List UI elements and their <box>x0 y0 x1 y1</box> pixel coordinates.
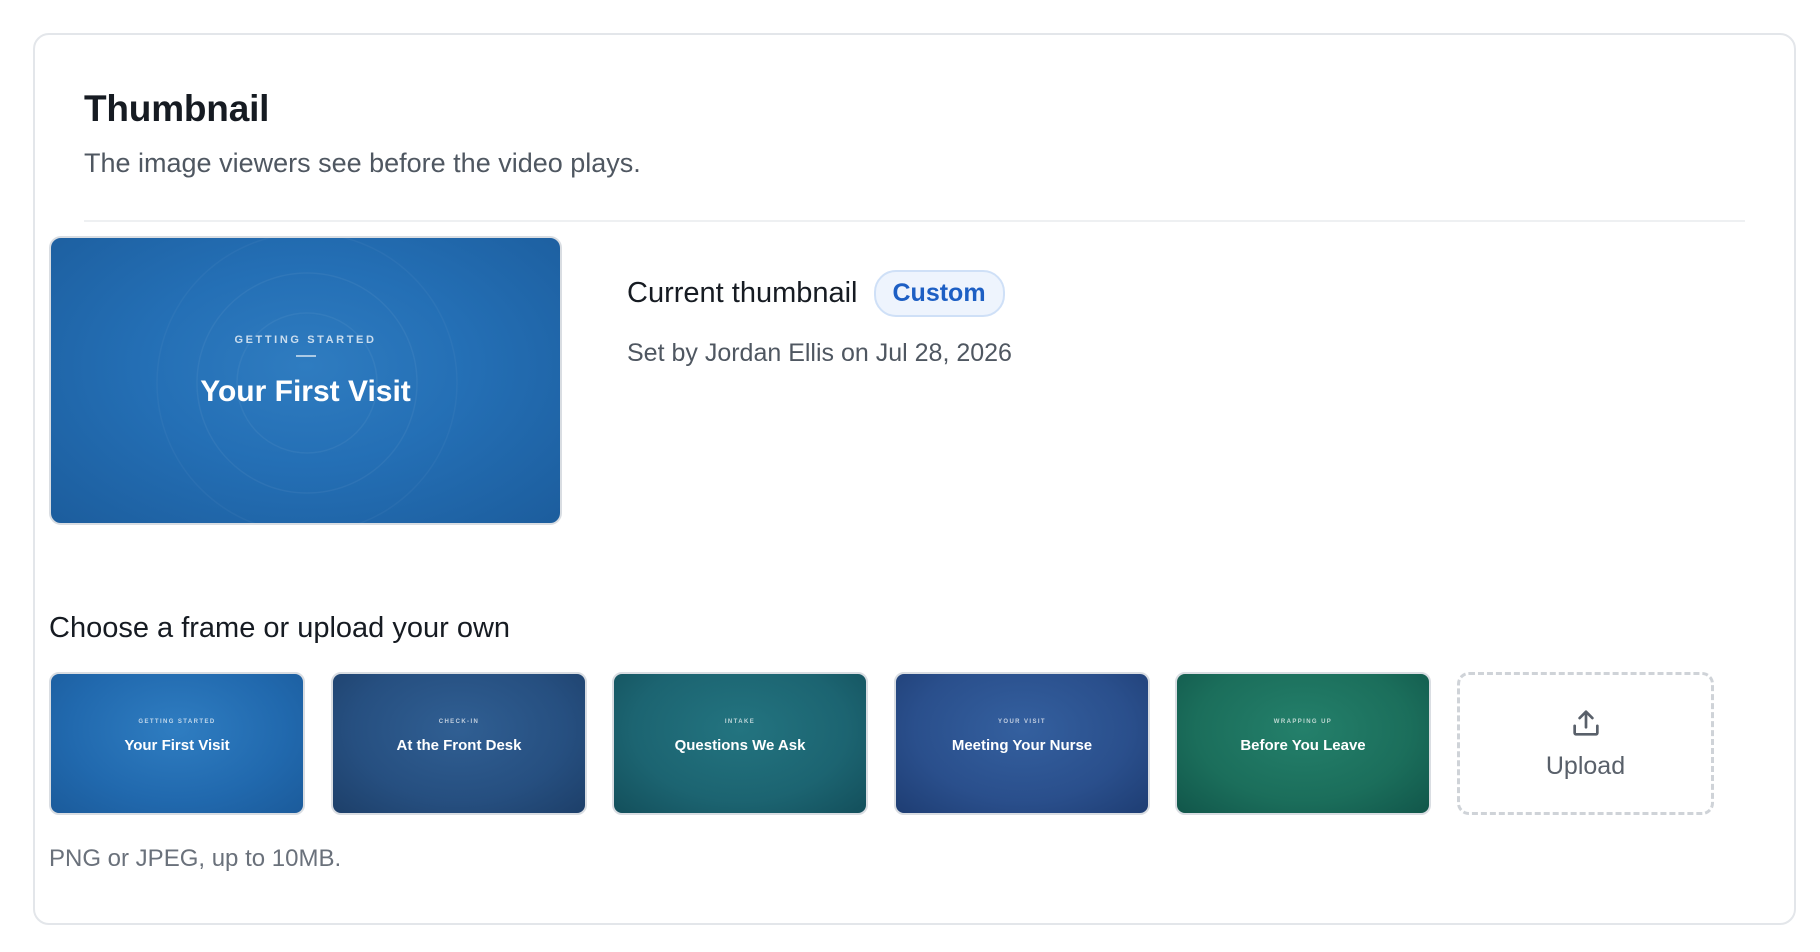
frame-option[interactable]: INTAKE Questions We Ask <box>612 672 868 815</box>
frame-eyebrow: INTAKE <box>724 719 756 725</box>
card-header: Thumbnail The image viewers see before t… <box>84 88 1745 179</box>
current-thumbnail-info: Current thumbnail Custom Set by Jordan E… <box>627 270 1012 368</box>
frame-eyebrow: WRAPPING UP <box>1273 719 1333 725</box>
thumbnail-eyebrow: GETTING STARTED <box>234 334 377 346</box>
frame-title: Questions We Ask <box>674 737 806 754</box>
frame-eyebrow: CHECK-IN <box>438 719 480 725</box>
frame-option[interactable]: GETTING STARTED Your First Visit <box>49 672 305 815</box>
frame-title: Meeting Your Nurse <box>951 737 1093 754</box>
frame-title: Before You Leave <box>1240 737 1366 754</box>
frame-title: At the Front Desk <box>396 737 522 754</box>
thumbnail-title: Your First Visit <box>200 375 411 408</box>
upload-button[interactable]: Upload <box>1457 672 1714 815</box>
custom-badge: Custom <box>873 270 1005 317</box>
upload-help-text: PNG or JPEG, up to 10MB. <box>49 845 342 872</box>
card-subtitle: The image viewers see before the video p… <box>84 148 641 178</box>
frame-picker: GETTING STARTED Your First Visit CHECK-I… <box>49 672 1714 815</box>
current-thumbnail-preview: GETTING STARTED Your First Visit <box>49 236 562 525</box>
frame-option[interactable]: CHECK-IN At the Front Desk <box>331 672 587 815</box>
thumbnail-rule <box>295 355 316 357</box>
card-title: Thumbnail <box>84 88 270 129</box>
upload-label: Upload <box>1545 752 1626 780</box>
current-thumbnail-meta: Set by Jordan Ellis on Jul 28, 2026 <box>627 339 1012 367</box>
frame-eyebrow: YOUR VISIT <box>997 719 1046 725</box>
frame-option[interactable]: WRAPPING UP Before You Leave <box>1175 672 1431 815</box>
frame-eyebrow: GETTING STARTED <box>138 719 216 725</box>
frames-section-title: Choose a frame or upload your own <box>49 612 511 644</box>
frame-option[interactable]: YOUR VISIT Meeting Your Nurse <box>894 672 1150 815</box>
current-thumbnail-label: Current thumbnail <box>627 277 858 309</box>
divider <box>84 220 1745 222</box>
upload-icon <box>1572 710 1599 736</box>
frame-title: Your First Visit <box>124 737 230 754</box>
